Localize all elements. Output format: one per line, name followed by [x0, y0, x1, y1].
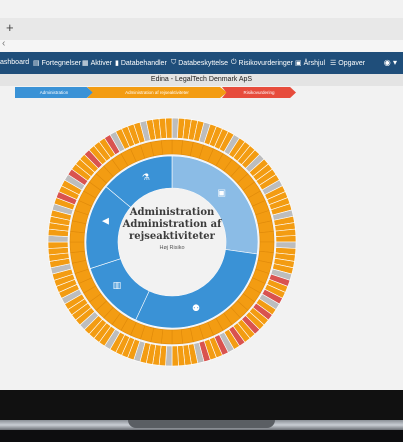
power-icon: ⏻ [231, 59, 237, 66]
wheel-outer-segment[interactable] [47, 241, 69, 249]
wheel-outer-segment[interactable] [165, 117, 173, 139]
center-activity-line2: rejseaktiviteter [129, 231, 215, 242]
building-icon: ▥ [113, 281, 122, 291]
list-icon: ▤ [33, 60, 40, 67]
wheel-middle-segment[interactable] [69, 231, 85, 243]
user-menu-button[interactable]: ◉ ▾ [384, 58, 397, 67]
wheel-middle-segment[interactable] [161, 329, 173, 345]
nav-label: Risikovurderinger [238, 59, 294, 67]
center-risk-level: Høj Risiko [159, 245, 185, 251]
wheel-middle-segment[interactable] [259, 231, 275, 243]
calendar-icon: ▣ [295, 60, 302, 67]
center-title: Administration [129, 207, 215, 218]
nav-label: Aktiver [90, 59, 113, 67]
breadcrumb-step-risk[interactable]: Risikovurdering [222, 87, 296, 98]
nav-item-fortegnelser[interactable]: ▤ Fortegnelser [33, 59, 81, 68]
wheel-outer-segment[interactable] [275, 235, 297, 243]
nav-item-aarshjul[interactable]: ▣ Årshjul [295, 59, 326, 68]
laptop-frame: + ‹ ashboard ▤ Fortegnelser ▦ Aktiver ▮ … [0, 0, 403, 442]
nav-label: Årshjul [303, 59, 326, 67]
wheel-middle-segment[interactable] [259, 241, 275, 253]
main-navbar: ashboard ▤ Fortegnelser ▦ Aktiver ▮ Data… [0, 52, 403, 74]
nav-label: ashboard [0, 59, 30, 66]
users-icon: ⚉ [192, 304, 200, 314]
nav-item-opgaver[interactable]: ☰ Opgaver [330, 59, 366, 68]
center-activity-line1: Administration af [122, 219, 222, 230]
breadcrumb-step-administration[interactable]: Administration [15, 87, 93, 98]
nav-item-databeskyttelse[interactable]: ⛉ Databeskyttelse [171, 59, 228, 67]
browser-tab-bar: + [0, 18, 403, 40]
laptop-notch [128, 420, 275, 428]
wheel-middle-segment[interactable] [69, 241, 85, 253]
nav-item-aktiver[interactable]: ▦ Aktiver [82, 59, 113, 68]
wheel-outer-segment[interactable] [171, 345, 179, 367]
new-tab-button[interactable]: + [6, 20, 14, 35]
trash-icon: ▮ [115, 60, 119, 67]
wheel-middle-segment[interactable] [171, 139, 183, 155]
nav-item-risikovurderinger[interactable]: ⏻ Risikovurderinger [231, 59, 293, 67]
assets-icon: ▦ [82, 60, 89, 67]
nav-label: Databeskyttelse [178, 59, 229, 67]
shield-icon: ⛉ [171, 59, 177, 66]
flask-icon: ⚗ [142, 173, 150, 183]
organization-title: Edina - LegalTech Denmark ApS [0, 74, 403, 86]
nav-label: Fortegnelser [41, 59, 81, 67]
breadcrumb-step-activity[interactable]: Administration af rejseaktiviteter [87, 87, 227, 98]
back-icon[interactable]: ‹ [2, 38, 5, 49]
nav-item-dashboard[interactable]: ashboard [0, 59, 29, 66]
nav-label: Opgaver [338, 59, 366, 67]
wheel-middle-segment[interactable] [171, 329, 183, 345]
tasks-icon: ☰ [330, 60, 337, 67]
nav-label: Databehandler [120, 59, 167, 67]
wheel-center-label: Administration Administration af rejseak… [102, 207, 242, 251]
wheel-middle-segment[interactable] [161, 139, 173, 155]
app-screen: + ‹ ashboard ▤ Fortegnelser ▦ Aktiver ▮ … [0, 0, 403, 390]
laptop-bezel [0, 390, 403, 420]
nav-item-databehandler[interactable]: ▮ Databehandler [115, 59, 167, 68]
archive-icon: ▣ [217, 189, 226, 199]
